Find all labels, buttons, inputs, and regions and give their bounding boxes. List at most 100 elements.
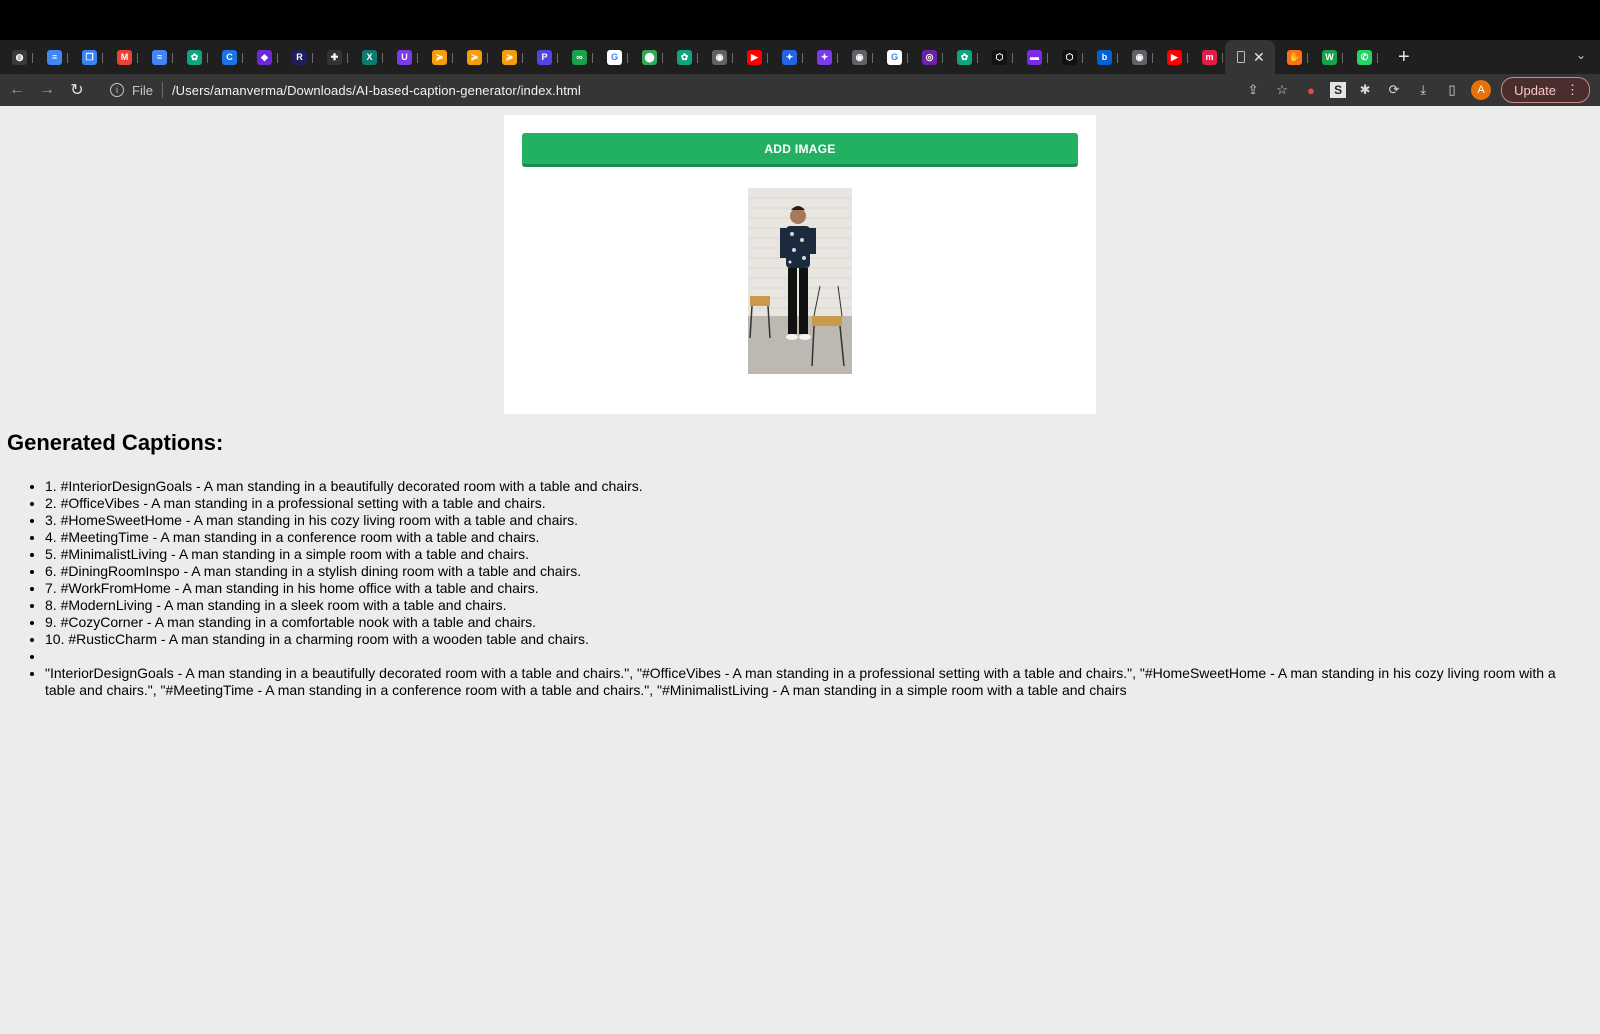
circle-dot-icon: ◎ — [922, 49, 937, 65]
google-icon: G — [607, 49, 622, 65]
google-docs-icon: ≡ — [152, 49, 167, 65]
browser-tab[interactable]: ◉ — [840, 42, 875, 72]
caption-item: 3. #HomeSweetHome - A man standing in hi… — [45, 512, 1587, 529]
youtube-icon: ▶ — [1167, 49, 1182, 65]
browser-tab[interactable]: ✋ — [1275, 42, 1310, 72]
browser-tab[interactable]: ▬ — [1015, 42, 1050, 72]
browser-tab[interactable]: ✆ — [1345, 42, 1380, 72]
browser-tab[interactable]: ≽ — [455, 42, 490, 72]
reload-icon[interactable]: ↻ — [64, 80, 90, 100]
close-tab-icon[interactable]: ✕ — [1253, 49, 1265, 66]
browser-tab[interactable]: R — [280, 42, 315, 72]
tab-separator — [1307, 53, 1308, 63]
browser-tab[interactable]: ∞ — [560, 42, 595, 72]
browser-tab[interactable]: ❐ — [70, 42, 105, 72]
sparkle-icon: ✦ — [782, 49, 797, 65]
flag-icon: ≽ — [467, 49, 482, 65]
browser-tab[interactable]: b — [1085, 42, 1120, 72]
browser-tab[interactable]: ▶ — [1155, 42, 1190, 72]
shield-icon: ◆ — [257, 49, 272, 65]
browser-tab[interactable]: ⬡ — [1050, 42, 1085, 72]
info-icon[interactable]: i — [110, 83, 124, 97]
browser-tab[interactable]: ✦ — [805, 42, 840, 72]
browser-tab[interactable]: U — [385, 42, 420, 72]
caption-item: 2. #OfficeVibes - A man standing in a pr… — [45, 495, 1587, 512]
update-button[interactable]: Update ⋮ — [1501, 77, 1590, 103]
browser-tab[interactable]: M — [105, 42, 140, 72]
tab-separator — [347, 53, 348, 63]
tab-search-icon[interactable]: ⌄ — [1576, 48, 1586, 62]
browser-tab[interactable]: ◉ — [1120, 42, 1155, 72]
tab-separator — [1222, 53, 1223, 63]
browser-tab[interactable]: m — [1190, 42, 1225, 72]
chrome-icon: ◉ — [712, 49, 727, 65]
tab-separator — [312, 53, 313, 63]
tab-separator — [1117, 53, 1118, 63]
browser-tab[interactable]: ◍ — [0, 42, 35, 72]
extension-sync-icon[interactable]: ⟳ — [1384, 80, 1404, 100]
sparkle-icon: ✦ — [817, 49, 832, 65]
tab-separator — [1187, 53, 1188, 63]
infinity-icon: ∞ — [572, 49, 587, 65]
extension-red-icon[interactable]: ● — [1301, 80, 1321, 100]
browser-tab[interactable]: ≽ — [420, 42, 455, 72]
menu-kebab-icon[interactable]: ⋮ — [1566, 82, 1579, 98]
browser-tab[interactable]: X — [350, 42, 385, 72]
caption-list: 1. #InteriorDesignGoals - A man standing… — [7, 478, 1587, 699]
profile-avatar[interactable]: A — [1471, 80, 1492, 100]
browser-tab[interactable]: ≡ — [35, 42, 70, 72]
browser-tab[interactable]: ▶ — [735, 42, 770, 72]
address-divider — [161, 82, 163, 98]
browser-tab[interactable]: ≽ — [490, 42, 525, 72]
address-url[interactable]: /Users/amanverma/Downloads/AI-based-capt… — [172, 83, 581, 98]
tab-separator — [802, 53, 803, 63]
caption-item: 5. #MinimalistLiving - A man standing in… — [45, 546, 1587, 563]
browser-tab[interactable]: ✚ — [315, 42, 350, 72]
browser-tab[interactable]: ✿ — [665, 42, 700, 72]
browser-tab[interactable]: ≡ — [140, 42, 175, 72]
tab-separator — [592, 53, 593, 63]
browser-tab[interactable]: G — [595, 42, 630, 72]
captions-heading: Generated Captions: — [7, 430, 224, 455]
tab-separator — [732, 53, 733, 63]
caption-item: 4. #MeetingTime - A man standing in a co… — [45, 529, 1587, 546]
captions-section: Generated Captions: 1. #InteriorDesignGo… — [7, 430, 1587, 699]
maps-pin-icon: ⬤ — [642, 49, 657, 65]
share-icon[interactable]: ⇪ — [1243, 80, 1263, 100]
download-icon[interactable]: ⤓ — [1413, 80, 1433, 100]
side-panel-icon[interactable]: ▯ — [1442, 80, 1462, 100]
back-icon[interactable]: ← — [4, 81, 30, 99]
browser-tab[interactable]: G — [875, 42, 910, 72]
browser-tab[interactable]: ✿ — [945, 42, 980, 72]
chatgpt-icon: ✿ — [957, 49, 972, 65]
browser-tab[interactable]: ⬤ — [630, 42, 665, 72]
bookmark-star-icon[interactable]: ☆ — [1272, 80, 1292, 100]
extensions-puzzle-icon[interactable]: ✱ — [1355, 80, 1375, 100]
tab-separator — [417, 53, 418, 63]
browser-tab[interactable]: ✿ — [175, 42, 210, 72]
tab-separator — [242, 53, 243, 63]
flag-icon: ≽ — [502, 49, 517, 65]
page-icon — [1237, 51, 1245, 63]
new-tab-icon[interactable]: + — [1398, 46, 1410, 69]
forward-icon[interactable]: → — [34, 81, 60, 99]
browser-tab[interactable]: ⬡ — [980, 42, 1015, 72]
browser-tab[interactable]: ◆ — [245, 42, 280, 72]
tab-separator — [662, 53, 663, 63]
browser-tab[interactable]: C — [210, 42, 245, 72]
flag-icon: ≽ — [432, 49, 447, 65]
chatgpt-icon: ✿ — [677, 49, 692, 65]
browser-tab[interactable]: ✦ — [770, 42, 805, 72]
caption-item: 7. #WorkFromHome - A man standing in his… — [45, 580, 1587, 597]
extension-s-icon[interactable]: S — [1330, 82, 1347, 98]
codepen-icon: ⬡ — [1062, 49, 1077, 65]
browser-tab[interactable]: P — [525, 42, 560, 72]
add-image-button[interactable]: ADD IMAGE — [522, 133, 1078, 167]
box-icon: b — [1097, 49, 1112, 65]
browser-tab[interactable]: ◉ — [700, 42, 735, 72]
r-icon: R — [292, 49, 307, 65]
browser-tab[interactable]: W — [1310, 42, 1345, 72]
tab-active[interactable]: ✕ — [1225, 40, 1275, 74]
address-bar[interactable]: i File /Users/amanverma/Downloads/AI-bas… — [102, 77, 1212, 103]
browser-tab[interactable]: ◎ — [910, 42, 945, 72]
